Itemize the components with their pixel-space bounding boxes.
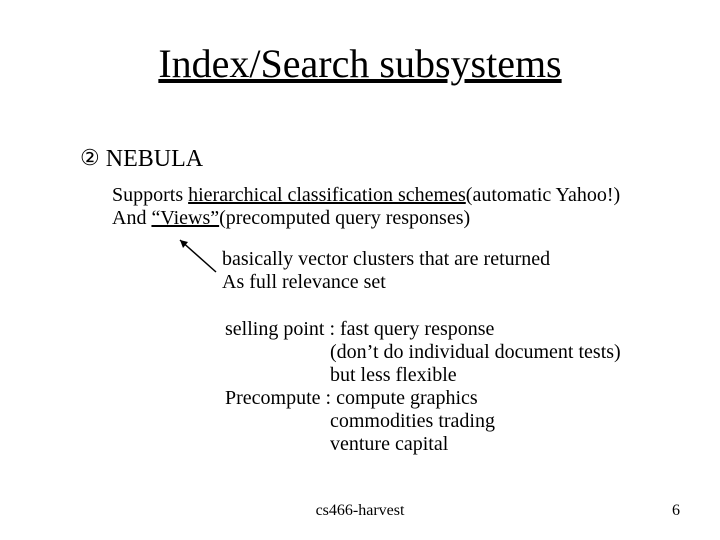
supports-line2-post: (precomputed query responses) — [219, 207, 470, 229]
supports-line1-pre: Supports — [112, 184, 188, 206]
slide: Index/Search subsystems ② NEBULA Support… — [0, 0, 720, 540]
vector-block: basically vector clusters that are retur… — [222, 248, 550, 294]
supports-line2-underlined: “Views” — [151, 207, 219, 229]
supports-line-1: Supports hierarchical classification sch… — [112, 184, 620, 207]
selling-block: selling point : fast query response (don… — [225, 318, 621, 456]
supports-line2-pre: And — [112, 207, 151, 229]
bullet-nebula: ② NEBULA — [80, 145, 203, 173]
supports-line1-underlined: hierarchical classification schemes — [188, 184, 466, 206]
supports-line1-post: (automatic Yahoo!) — [466, 184, 620, 206]
supports-block: Supports hierarchical classification sch… — [112, 184, 620, 230]
vector-line-1: basically vector clusters that are retur… — [222, 248, 550, 271]
footer-text: cs466-harvest — [0, 502, 720, 520]
bullet-label: NEBULA — [106, 146, 203, 172]
slide-title: Index/Search subsystems — [0, 40, 720, 87]
page-number: 6 — [672, 502, 680, 520]
bullet-marker-icon: ② — [80, 145, 100, 170]
supports-line-2: And “Views”(precomputed query responses) — [112, 207, 620, 230]
arrow-icon — [172, 238, 222, 278]
vector-line-2: As full relevance set — [222, 271, 550, 294]
